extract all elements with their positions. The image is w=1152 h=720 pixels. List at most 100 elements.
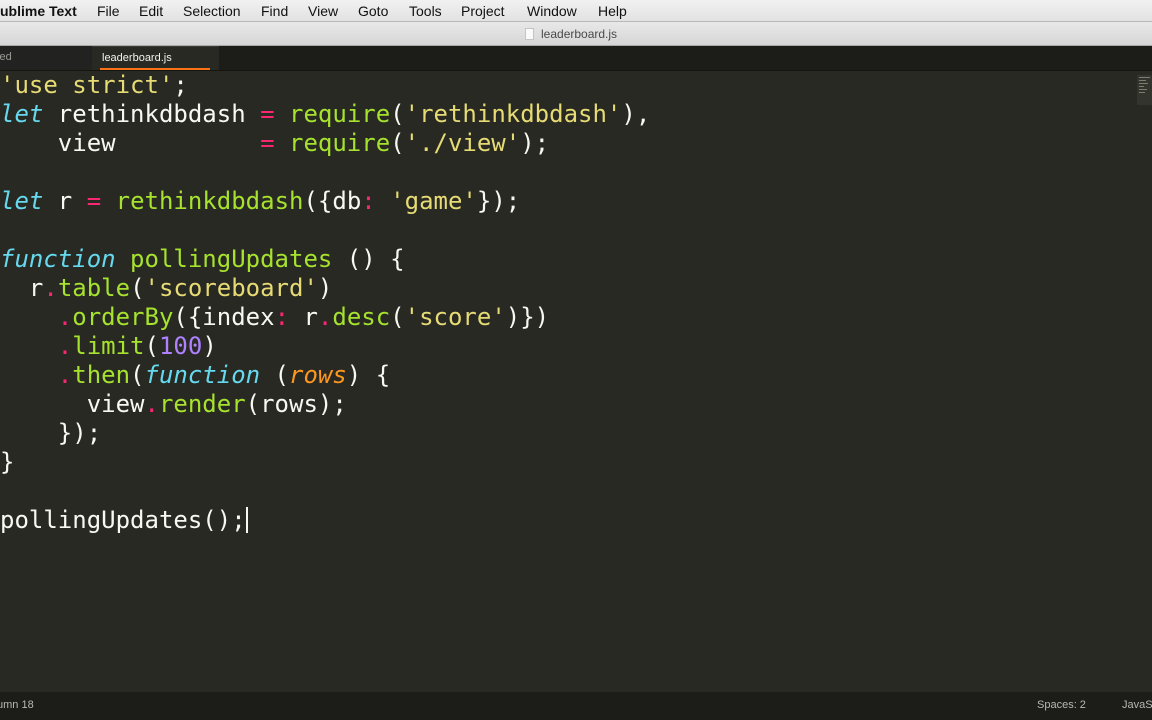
code-token: = — [86, 187, 102, 215]
code-token: render — [158, 390, 246, 418]
code-token: 'rethinkdbdash' — [404, 100, 622, 128]
code-line[interactable] — [0, 477, 650, 506]
code-token: require — [289, 100, 391, 128]
active-tab-indicator — [100, 68, 210, 70]
code-token: : — [274, 303, 290, 331]
code-token: function — [144, 361, 261, 389]
code-line[interactable]: view = require('./view'); — [0, 129, 650, 158]
menu-window[interactable]: Window — [527, 3, 577, 19]
tab-label: tled — [0, 51, 12, 63]
code-token: ), — [621, 100, 651, 128]
code-token: : — [361, 187, 376, 215]
code-token: ({db — [303, 187, 362, 215]
code-token: ( — [130, 361, 145, 389]
menu-find[interactable]: Find — [261, 3, 288, 19]
menu-file[interactable]: File — [97, 3, 120, 19]
window-title: leaderboard.js — [541, 27, 618, 41]
menu-goto[interactable]: Goto — [358, 3, 388, 19]
text-cursor — [245, 507, 248, 533]
code-token: let — [0, 187, 44, 215]
code-token: ) — [317, 274, 333, 302]
code-line[interactable]: pollingUpdates(); — [0, 506, 650, 535]
code-token: ); — [520, 129, 550, 157]
code-token: rethinkdbdash — [43, 100, 261, 128]
code-area[interactable]: 'use strict'; let rethinkdbdash = require… — [0, 71, 650, 535]
code-line[interactable]: } — [0, 448, 650, 477]
tab-label: leaderboard.js — [102, 52, 172, 64]
code-token: 'score' — [404, 303, 506, 331]
code-token: limit — [72, 332, 145, 360]
code-token: require — [289, 129, 391, 157]
menu-tools[interactable]: Tools — [409, 3, 442, 19]
code-token: './view' — [404, 129, 521, 157]
code-token: 'game' — [390, 187, 477, 215]
code-line[interactable]: function pollingUpdates () { — [0, 245, 650, 274]
menu-view[interactable]: View — [308, 3, 338, 19]
code-token: 100 — [158, 332, 203, 360]
code-line[interactable] — [0, 158, 650, 187]
menu-help[interactable]: Help — [598, 3, 627, 19]
code-token: ) { — [346, 361, 391, 389]
code-line[interactable]: 'use strict'; — [0, 71, 650, 100]
menu-selection[interactable]: Selection — [183, 3, 241, 19]
code-line[interactable] — [0, 216, 650, 245]
code-token: 'use strict' — [0, 71, 174, 99]
menu-bar: ublime Text File Edit Selection Find Vie… — [0, 0, 1152, 22]
code-token: table — [57, 274, 131, 302]
code-token: = — [260, 100, 275, 128]
code-token: )}) — [505, 303, 550, 331]
code-line[interactable]: .orderBy({index: r.desc('score')}) — [0, 303, 650, 332]
code-token: ( — [390, 129, 405, 157]
menu-edit[interactable]: Edit — [139, 3, 163, 19]
code-line[interactable]: r.table('scoreboard') — [0, 274, 650, 303]
code-token: view — [0, 390, 145, 418]
menu-project[interactable]: Project — [461, 3, 505, 19]
code-line[interactable]: .then(function (rows) { — [0, 361, 650, 390]
code-token: r — [43, 187, 87, 215]
code-token: }); — [0, 419, 102, 447]
minimap[interactable] — [1137, 75, 1152, 105]
tab-leaderboard-js[interactable]: leaderboard.js — [92, 46, 219, 70]
code-token: let — [0, 100, 44, 128]
code-token: ( — [260, 361, 289, 389]
app-menu[interactable]: ublime Text — [0, 3, 77, 19]
tab-bar: tled leaderboard.js — [0, 46, 1152, 71]
code-line[interactable]: view.render(rows); — [0, 390, 650, 419]
code-token: desc — [332, 303, 391, 331]
code-token: }); — [476, 187, 521, 215]
code-token: r — [289, 303, 318, 331]
code-token: orderBy — [72, 303, 174, 331]
code-line[interactable]: }); — [0, 419, 650, 448]
code-token: () { — [332, 245, 405, 273]
code-token: 'scoreboard' — [144, 274, 318, 302]
indentation-setting[interactable]: Spaces: 2 — [1037, 699, 1086, 711]
code-line[interactable]: let r = rethinkdbdash({db: 'game'}); — [0, 187, 650, 216]
code-line[interactable]: let rethinkdbdash = require('rethinkdbda… — [0, 100, 650, 129]
code-line[interactable]: .limit(100) — [0, 332, 650, 361]
code-token: ( — [144, 332, 159, 360]
code-token: rows — [289, 361, 347, 389]
code-token: rethinkdbdash — [115, 187, 304, 215]
code-token: view — [0, 129, 261, 157]
code-token: . — [57, 303, 73, 331]
tab-untitled[interactable]: tled — [0, 46, 92, 70]
code-editor[interactable]: 'use strict'; let rethinkdbdash = require… — [0, 71, 1152, 692]
code-token: ( — [130, 274, 145, 302]
code-token: . — [43, 274, 58, 302]
code-token: pollingUpdates — [130, 245, 333, 273]
cursor-position: umn 18 — [0, 699, 34, 711]
code-token: ) — [202, 332, 217, 360]
code-token: ( — [390, 100, 405, 128]
window-title-bar: leaderboard.js — [0, 22, 1152, 46]
code-token: r — [0, 274, 44, 302]
status-bar: umn 18 Spaces: 2 JavaSc — [0, 692, 1152, 720]
syntax-mode[interactable]: JavaSc — [1122, 699, 1152, 711]
code-token: . — [144, 390, 159, 418]
code-token: ; — [173, 71, 188, 99]
